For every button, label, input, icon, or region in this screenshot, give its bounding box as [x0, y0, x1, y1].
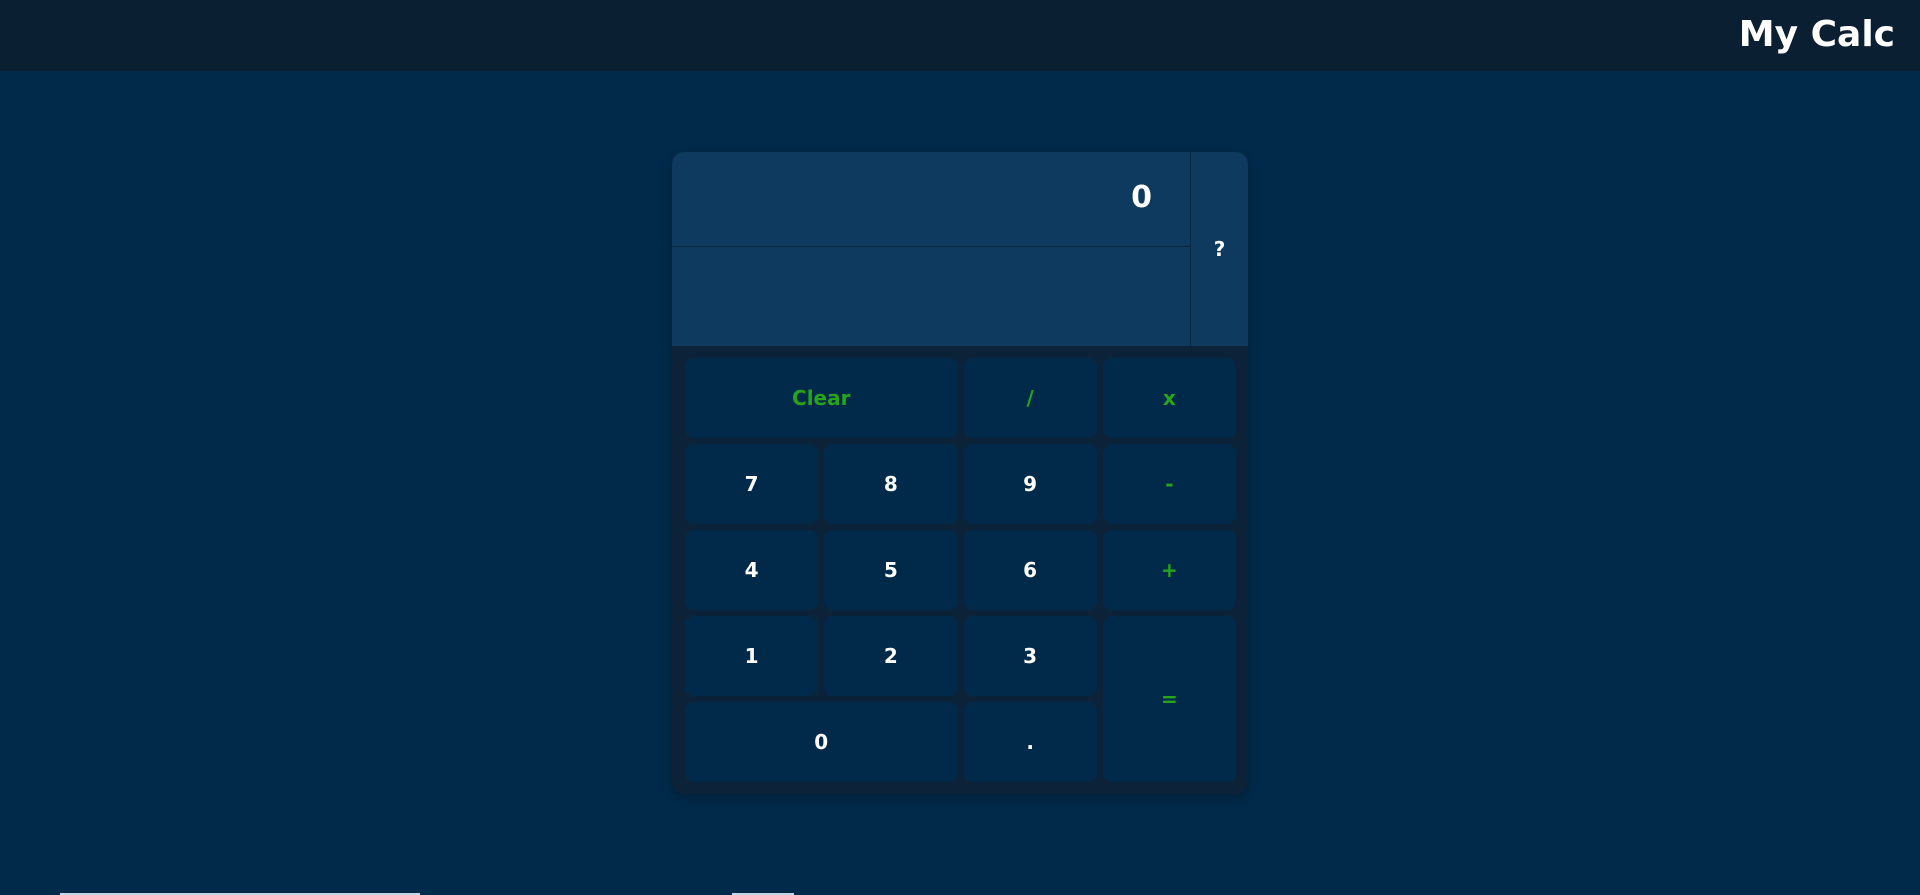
- digit-4-button[interactable]: 4: [685, 530, 819, 610]
- display-value: 0: [1131, 180, 1152, 215]
- divide-button[interactable]: /: [963, 358, 1097, 438]
- digit-0-button[interactable]: 0: [685, 702, 958, 782]
- digit-8-button[interactable]: 8: [824, 444, 958, 524]
- subtract-button[interactable]: -: [1102, 444, 1236, 524]
- decimal-button[interactable]: .: [963, 702, 1097, 782]
- app-title: My Calc: [1738, 14, 1895, 55]
- digit-6-button[interactable]: 6: [963, 530, 1097, 610]
- clear-button[interactable]: Clear: [685, 358, 958, 438]
- multiply-button[interactable]: x: [1102, 358, 1236, 438]
- digit-3-button[interactable]: 3: [963, 616, 1097, 696]
- keypad: Clear / x 7 8 9 - 4 5 6 + 1 2 3 = 0 .: [685, 358, 1236, 782]
- help-button[interactable]: ?: [1191, 152, 1248, 346]
- digit-1-button[interactable]: 1: [685, 616, 819, 696]
- digit-7-button[interactable]: 7: [685, 444, 819, 524]
- digit-2-button[interactable]: 2: [824, 616, 958, 696]
- add-button[interactable]: +: [1102, 530, 1236, 610]
- equals-button[interactable]: =: [1102, 616, 1236, 782]
- display-primary: 0: [672, 152, 1190, 247]
- display-secondary: [672, 247, 1190, 346]
- digit-9-button[interactable]: 9: [963, 444, 1097, 524]
- digit-5-button[interactable]: 5: [824, 530, 958, 610]
- calculator: 0 ? Clear / x 7 8 9 - 4 5 6 + 1 2 3 = 0 …: [672, 152, 1248, 794]
- top-bar: My Calc: [0, 0, 1920, 71]
- display-panel: 0 ?: [672, 152, 1248, 346]
